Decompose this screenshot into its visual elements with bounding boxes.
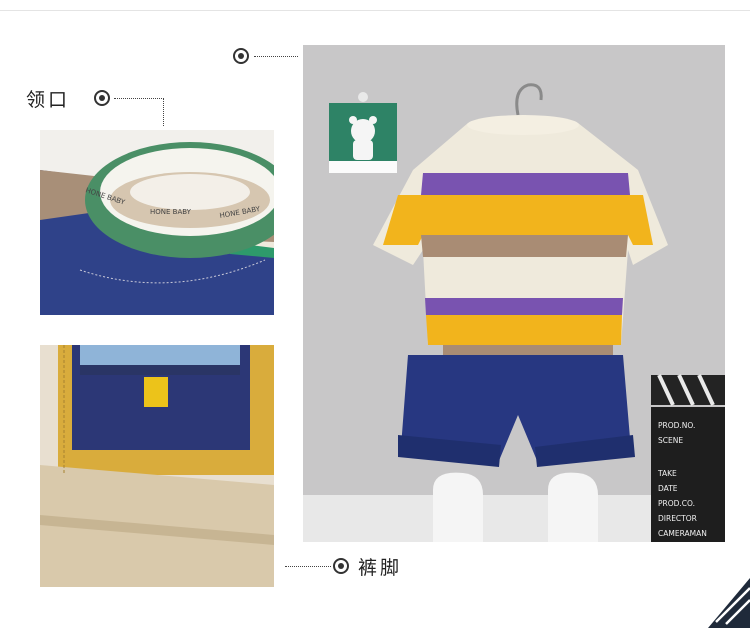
hem-detail-illustration <box>40 345 274 587</box>
clapper-line: PROD.NO. <box>658 421 696 430</box>
top-rule <box>0 10 750 11</box>
clapper-line: DIRECTOR <box>658 514 697 523</box>
clapper-line: TAKE <box>658 469 677 478</box>
clapper-line: PROD.CO. <box>658 499 696 508</box>
collar-tape-text: HONE BABY <box>150 208 192 216</box>
clapper-line: CAMERAMAN <box>658 529 707 538</box>
callout-line-top <box>254 56 298 57</box>
clapper-line: SCENE <box>658 436 684 445</box>
bear-badge-icon <box>329 92 397 173</box>
collar-callout-line <box>114 98 164 99</box>
hem-label: 裤脚 <box>358 557 403 579</box>
target-icon <box>94 90 110 106</box>
collar-detail-illustration: HONE BABY HONE BABY HONE BABY <box>40 130 274 315</box>
corner-stripes-icon <box>708 578 750 628</box>
target-icon <box>233 48 249 64</box>
clapper-line: DATE <box>658 484 678 493</box>
hem-detail-photo <box>40 345 274 587</box>
hem-callout-line <box>285 566 331 567</box>
collar-detail-photo: HONE BABY HONE BABY HONE BABY <box>40 130 274 315</box>
collar-label: 领口 <box>26 89 71 111</box>
collar-callout-drop <box>163 98 164 126</box>
clapperboard-text: PROD.NO. SCENE TAKE DATE PROD.CO. DIRECT… <box>658 418 725 541</box>
target-icon <box>333 558 349 574</box>
main-product-photo: PROD.NO. SCENE TAKE DATE PROD.CO. DIRECT… <box>303 45 725 542</box>
